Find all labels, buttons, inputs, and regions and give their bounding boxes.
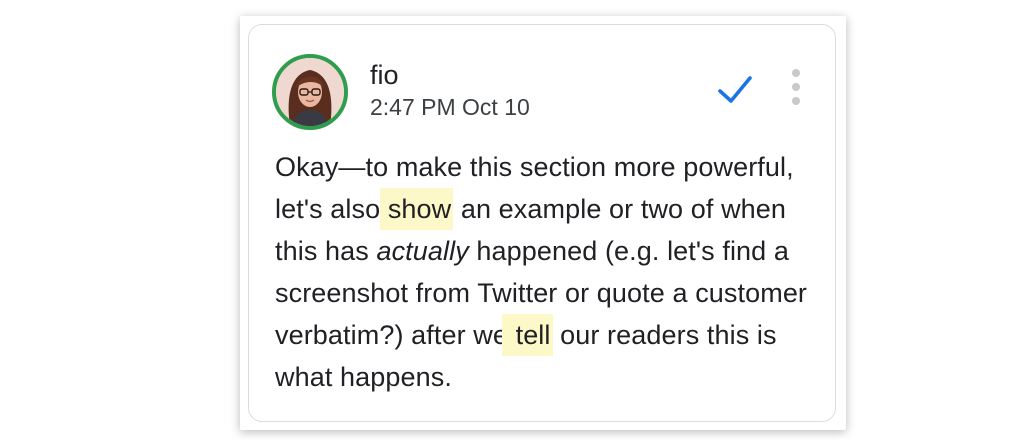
avatar-photo bbox=[276, 58, 344, 126]
highlighted-word-tell: tell bbox=[501, 314, 553, 356]
emphasized-word: actually bbox=[376, 236, 469, 266]
comment-timestamp: 2:47 PM Oct 10 bbox=[370, 94, 530, 120]
comment-body: Okay—to make this section more powerful,… bbox=[275, 146, 825, 398]
resolve-button[interactable] bbox=[712, 69, 758, 109]
checkmark-icon bbox=[718, 76, 752, 103]
comment-card: fio 2:47 PM Oct 10 Okay—to make this sec… bbox=[248, 24, 836, 422]
more-options-button[interactable] bbox=[786, 67, 806, 107]
comment-author: fio bbox=[370, 60, 399, 90]
more-vert-icon bbox=[792, 69, 800, 105]
highlighted-word-show: show bbox=[379, 188, 454, 230]
avatar[interactable] bbox=[272, 54, 348, 130]
